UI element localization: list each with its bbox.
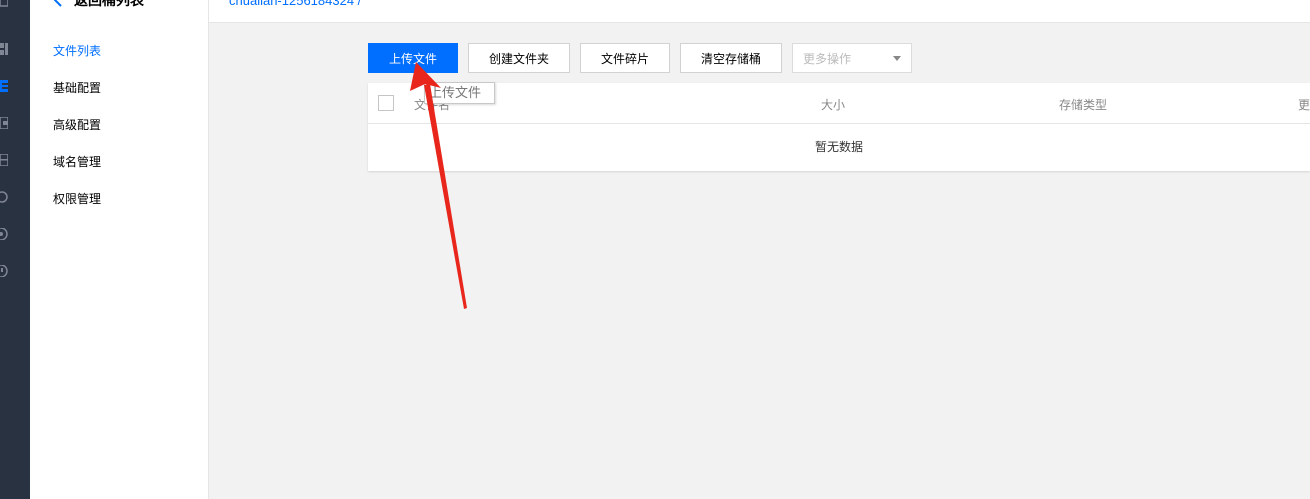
empty-state-text: 暂无数据 <box>814 140 863 154</box>
file-table: 文件名 大小 存储类型 更 暂无数据 <box>368 83 1310 171</box>
back-label: 返回桶列表 <box>74 0 144 8</box>
sidebar-item-domain-management[interactable]: 域名管理 <box>53 154 101 170</box>
sidebar-item-advanced-config[interactable]: 高级配置 <box>53 117 101 133</box>
top-header: chuaiian-1256184324 / <box>209 0 1310 23</box>
clear-bucket-button[interactable]: 清空存储桶 <box>680 43 782 73</box>
upload-tooltip: 上传文件 <box>424 82 495 104</box>
sidebar-item-permission-management[interactable]: 权限管理 <box>53 191 101 207</box>
sidebar-item-basic-config[interactable]: 基础配置 <box>53 80 101 96</box>
column-header-size[interactable]: 大小 <box>821 96 845 113</box>
sidebar: 返回桶列表 文件列表 基础配置 高级配置 域名管理 权限管理 <box>30 0 209 499</box>
storage-icon[interactable] <box>0 80 8 92</box>
caret-down-icon <box>893 56 901 61</box>
upload-file-button[interactable]: 上传文件 <box>368 43 458 73</box>
more-actions-select[interactable]: 更多操作 <box>792 43 912 73</box>
settings-icon[interactable] <box>0 228 8 240</box>
dashboard-icon[interactable] <box>0 43 8 55</box>
help-icon[interactable] <box>0 265 8 277</box>
create-folder-button[interactable]: 创建文件夹 <box>468 43 570 73</box>
more-actions-placeholder: 更多操作 <box>803 51 852 66</box>
back-to-bucket-list[interactable]: 返回桶列表 <box>52 0 144 9</box>
tag-icon[interactable] <box>0 191 8 203</box>
breadcrumb[interactable]: chuaiian-1256184324 / <box>229 0 361 8</box>
grid-icon[interactable] <box>0 154 8 166</box>
chevron-left-icon <box>53 0 62 7</box>
table-header: 文件名 大小 存储类型 更 <box>368 83 1310 124</box>
select-all-checkbox[interactable] <box>378 95 394 111</box>
column-header-storage-type[interactable]: 存储类型 <box>1059 96 1107 113</box>
column-header-more[interactable]: 更 <box>1298 96 1310 113</box>
sidebar-item-file-list[interactable]: 文件列表 <box>53 43 101 59</box>
cube-icon[interactable] <box>0 0 8 8</box>
icon-rail <box>0 0 30 499</box>
file-fragments-button[interactable]: 文件碎片 <box>580 43 670 73</box>
panel-icon[interactable] <box>0 117 8 129</box>
